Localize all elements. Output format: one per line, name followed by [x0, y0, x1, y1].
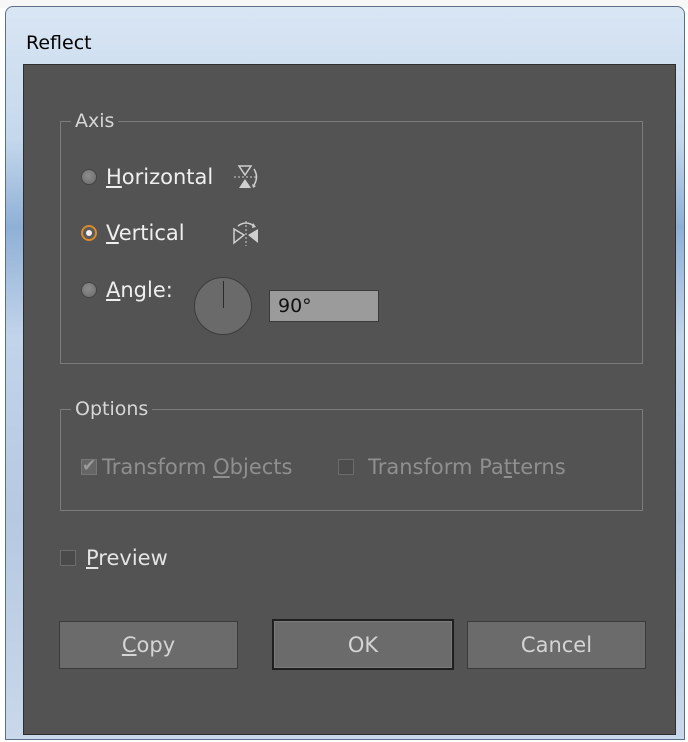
ok-button[interactable]: OK: [272, 619, 454, 670]
cancel-button-label: Cancel: [520, 633, 593, 657]
vertical-radio-option[interactable]: Vertical: [81, 219, 261, 247]
vertical-radio[interactable]: [81, 225, 97, 241]
angle-label: Angle:: [106, 278, 173, 302]
reflect-horizontal-icon: [231, 163, 261, 191]
transform-objects-checkbox[interactable]: [81, 456, 97, 476]
copy-button-label: Copy: [121, 633, 176, 657]
angle-dial[interactable]: [194, 277, 252, 335]
options-group-label: Options: [75, 398, 149, 420]
horizontal-label: Horizontal: [106, 165, 214, 189]
cancel-button[interactable]: Cancel: [467, 621, 646, 669]
angle-input[interactable]: 90°: [269, 290, 379, 322]
window-title: Reflect: [26, 32, 92, 54]
preview-option[interactable]: Preview: [60, 546, 168, 570]
reflect-vertical-icon: [231, 219, 261, 247]
axis-group-label: Axis: [75, 110, 115, 132]
preview-checkbox[interactable]: [60, 550, 76, 566]
reflect-dialog-body: Axis Horizontal Vertical Angle: 90° Opti…: [23, 64, 676, 735]
angle-radio[interactable]: [81, 282, 97, 298]
preview-label: Preview: [86, 546, 168, 570]
copy-button[interactable]: Copy: [59, 621, 238, 669]
transform-patterns-option[interactable]: Transform Patterns: [338, 455, 566, 479]
ok-button-label: OK: [347, 632, 379, 657]
angle-radio-option[interactable]: Angle:: [81, 278, 173, 302]
transform-objects-option[interactable]: Transform Objects: [81, 455, 292, 479]
vertical-label: Vertical: [106, 221, 185, 245]
horizontal-radio[interactable]: [81, 169, 97, 185]
transform-patterns-label: Transform Patterns: [368, 455, 566, 479]
horizontal-radio-option[interactable]: Horizontal: [81, 163, 261, 191]
transform-patterns-checkbox[interactable]: [338, 459, 354, 475]
transform-objects-label: Transform Objects: [102, 455, 293, 479]
